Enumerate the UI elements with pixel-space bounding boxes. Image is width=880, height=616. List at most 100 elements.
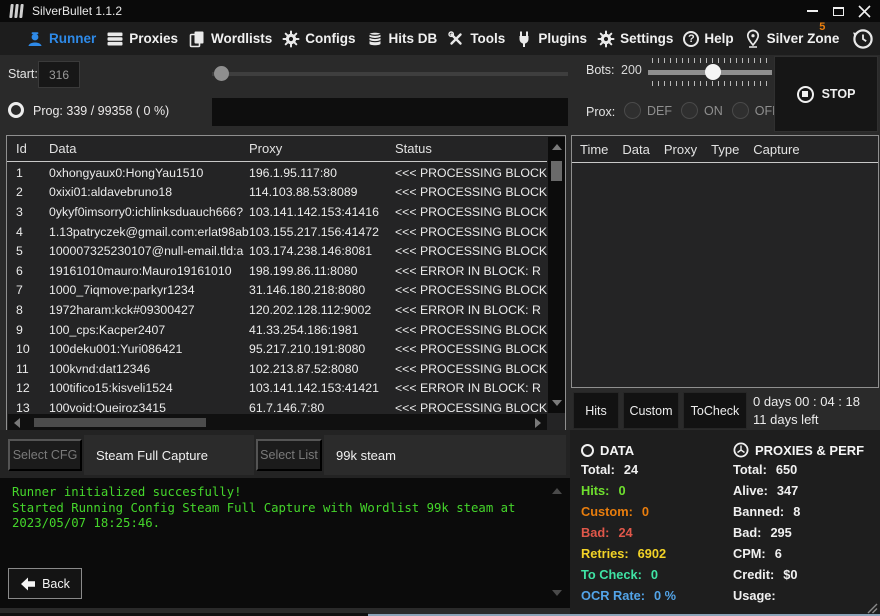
stat-row: Bad:295 <box>733 525 873 546</box>
table-row[interactable]: 4 1.13patryczek@gmail.com:erlat98ab 103.… <box>7 222 547 242</box>
timer-value: 0 days 00 : 04 : 18 <box>753 394 860 409</box>
cell-data: 0xixi01:aldavebruno18 <box>49 185 249 199</box>
selected-wordlist-name: 99k steam <box>324 435 566 475</box>
table-row[interactable]: 8 1972haram:kck#09300427 120.202.128.112… <box>7 300 547 320</box>
select-cfg-button[interactable]: Select CFG <box>8 439 82 471</box>
scroll-up-arrow[interactable] <box>552 144 562 150</box>
prox-on-radio[interactable] <box>681 102 698 119</box>
table-row[interactable]: 12 100tifico15:kisveli1524 103.141.142.1… <box>7 379 547 399</box>
cell-status: <<< PROCESSING BLOCK <box>395 225 547 239</box>
cell-status: <<< PROCESSING BLOCK <box>395 362 547 376</box>
table-row[interactable]: 2 0xixi01:aldavebruno18 114.103.88.53:80… <box>7 183 547 203</box>
cell-proxy: 120.202.128.112:9002 <box>249 303 395 317</box>
stat-row: CPM:6 <box>733 546 873 567</box>
menu-tools[interactable]: Tools <box>447 30 505 48</box>
menu-hits-db[interactable]: Hits DB <box>366 30 438 48</box>
stat-row: Custom:0 <box>581 504 726 525</box>
gear-icon <box>282 30 300 48</box>
table-row[interactable]: 5 100007325230107@null-email.tld:a 103.1… <box>7 241 547 261</box>
log-console: Runner initialized succesfully!Started R… <box>0 478 570 608</box>
license-days-left: 11 days left <box>753 412 819 427</box>
cell-id: 11 <box>7 362 49 376</box>
stop-button[interactable]: STOP <box>797 86 856 103</box>
history-button[interactable] <box>851 28 875 50</box>
header-proxy: Proxy <box>664 142 697 157</box>
stat-row: OCR Rate:0 % <box>581 588 726 609</box>
menu-runner[interactable]: Runner <box>26 30 96 48</box>
menu-wordlists[interactable]: Wordlists <box>188 30 272 48</box>
hits-tabs-row: Hits Custom ToCheck 0 days 00 : 04 : 18 … <box>571 392 879 430</box>
table-row[interactable]: 1 0xhongyaux0:HongYau1510 196.1.95.117:8… <box>7 163 547 183</box>
stat-row: Retries:6902 <box>581 546 726 567</box>
table-row[interactable]: 7 1000_7iqmove:parkyr1234 31.146.180.218… <box>7 281 547 301</box>
back-button[interactable]: Back <box>8 568 82 599</box>
slider-handle[interactable] <box>214 66 229 81</box>
header-capture: Capture <box>753 142 799 157</box>
data-ring-icon <box>581 444 594 457</box>
scroll-right-arrow[interactable] <box>535 418 541 428</box>
resize-grip[interactable] <box>866 602 878 614</box>
table-row[interactable]: 9 100_cps:Kacper2407 41.33.254.186:1981 … <box>7 320 547 340</box>
select-list-button[interactable]: Select List <box>256 439 322 471</box>
minimize-button[interactable] <box>802 3 822 19</box>
server-icon <box>106 30 124 48</box>
bots-slider[interactable] <box>648 58 772 86</box>
header-id: Id <box>7 141 49 156</box>
data-table-header: Id Data Proxy Status <box>7 136 547 162</box>
cell-proxy: 102.213.87.52:8080 <box>249 362 395 376</box>
cell-id: 5 <box>7 244 49 258</box>
cell-status: <<< PROCESSING BLOCK <box>395 342 547 356</box>
table-row[interactable]: 3 0ykyf0imsorry0:ichlinksduauch666? 103.… <box>7 202 547 222</box>
scroll-thumb[interactable] <box>551 161 562 181</box>
cell-status: <<< PROCESSING BLOCK <box>395 185 547 199</box>
prox-off-radio[interactable] <box>732 102 749 119</box>
tab-hits[interactable]: Hits <box>573 392 619 429</box>
tools-icon <box>447 30 465 48</box>
horizontal-scrollbar[interactable] <box>8 414 547 431</box>
performance-icon <box>733 442 749 458</box>
menu-settings[interactable]: Settings <box>597 30 673 48</box>
app-window: SilverBullet 1.1.2 Runner Proxies Wordli… <box>0 0 880 616</box>
menu-proxies[interactable]: Proxies <box>106 30 178 48</box>
menu-plugins[interactable]: Plugins <box>515 30 587 48</box>
data-stats-rows: Total:24 Hits:0 Custom:0 Bad:24 Retries:… <box>581 462 726 609</box>
table-row[interactable]: 10 100deku001:Yuri086421 95.217.210.191:… <box>7 339 547 359</box>
scroll-down-arrow[interactable] <box>552 400 562 406</box>
quick-icon-bar <box>851 28 880 50</box>
vertical-scrollbar[interactable] <box>548 137 565 413</box>
slider-handle[interactable] <box>705 64 721 80</box>
app-logo-icon <box>10 4 23 18</box>
stats-panel: DATA Total:24 Hits:0 Custom:0 Bad:24 Ret… <box>570 430 880 616</box>
start-slider[interactable] <box>212 66 568 82</box>
scroll-left-arrow[interactable] <box>14 418 20 428</box>
maximize-button[interactable] <box>828 3 848 19</box>
cell-status: <<< PROCESSING BLOCK <box>395 401 547 413</box>
prox-def-radio[interactable] <box>624 102 641 119</box>
data-table-body: 1 0xhongyaux0:HongYau1510 196.1.95.117:8… <box>7 163 547 413</box>
table-row[interactable]: 6 19161010mauro:Mauro19161010 198.199.86… <box>7 261 547 281</box>
log-scroll-down-arrow[interactable] <box>552 590 562 596</box>
close-button[interactable] <box>854 3 874 19</box>
table-row[interactable]: 11 100kvnd:dat12346 102.213.87.52:8080 <… <box>7 359 547 379</box>
tab-tocheck[interactable]: ToCheck <box>683 392 747 429</box>
log-scroll-up-arrow[interactable] <box>552 488 562 494</box>
runner-icon <box>26 30 44 48</box>
menu-configs[interactable]: Configs <box>282 30 355 48</box>
cell-proxy: 103.141.142.153:41416 <box>249 205 395 219</box>
proxies-stats-rows: Total:650 Alive:347 Banned:8 Bad:295 CPM… <box>733 462 873 609</box>
cell-data: 100void:Queiroz3415 <box>49 401 249 413</box>
bots-label: Bots: <box>586 63 615 77</box>
start-input[interactable] <box>38 61 80 88</box>
selected-config-name: Steam Full Capture <box>84 435 254 475</box>
cell-status: <<< ERROR IN BLOCK: R <box>395 381 547 395</box>
proxies-stats-column: PROXIES & PERF Total:650 Alive:347 Banne… <box>733 440 873 609</box>
scroll-thumb[interactable] <box>34 418 206 427</box>
tab-custom[interactable]: Custom <box>623 392 679 429</box>
menu-help[interactable]: ? Help <box>683 31 733 47</box>
data-stats-column: DATA Total:24 Hits:0 Custom:0 Bad:24 Ret… <box>581 440 726 609</box>
menu-silver-zone[interactable]: 5 Silver Zone <box>744 29 840 48</box>
title-bar: SilverBullet 1.1.2 <box>0 0 880 22</box>
table-row[interactable]: 13 100void:Queiroz3415 61.7.146.7:80 <<<… <box>7 398 547 413</box>
window-title: SilverBullet 1.1.2 <box>32 0 122 22</box>
maximize-icon <box>833 7 844 16</box>
